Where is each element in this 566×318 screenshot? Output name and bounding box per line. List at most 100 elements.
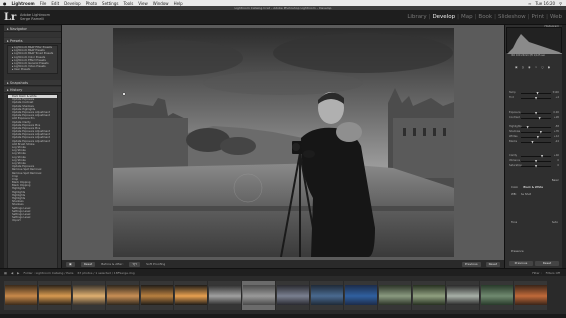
wifi-icon[interactable]: ≈ xyxy=(528,1,531,6)
graduated-filter-icon[interactable]: ▭ xyxy=(535,65,538,69)
menu-item[interactable]: Window xyxy=(153,1,169,6)
filmstrip-thumbnail[interactable] xyxy=(140,280,173,310)
menu-item[interactable]: Photo xyxy=(86,1,97,6)
filmstrip-thumbnail[interactable] xyxy=(4,280,37,310)
slider-vibrance[interactable]: Vibrance 0 xyxy=(509,159,559,163)
slider-track[interactable] xyxy=(521,127,551,128)
slider-value[interactable]: +35 xyxy=(554,130,559,133)
menu-item[interactable]: Develop xyxy=(64,1,80,6)
filmstrip-thumbnail[interactable] xyxy=(208,280,241,310)
module-library[interactable]: Library xyxy=(407,14,426,20)
filmstrip-thumbnail[interactable] xyxy=(242,280,275,310)
presets-header[interactable]: Presets xyxy=(4,38,61,44)
menu-item[interactable]: Edit xyxy=(51,1,59,6)
history-header[interactable]: History xyxy=(4,87,61,93)
slider-value[interactable]: 0 xyxy=(557,164,559,167)
adjustment-brush-icon[interactable]: ● xyxy=(548,65,550,69)
filmstrip-thumbnail[interactable] xyxy=(514,280,547,310)
module-book[interactable]: Book xyxy=(478,14,492,20)
reset-view-button[interactable]: Reset xyxy=(80,261,96,267)
slider-value[interactable]: +12 xyxy=(554,135,559,138)
filmstrip-thumbnail[interactable] xyxy=(378,280,411,310)
snapshots-header[interactable]: Snapshots xyxy=(4,80,61,86)
auto-tone-button[interactable]: Auto xyxy=(552,220,559,224)
toolbar-reset-button[interactable]: Reset xyxy=(485,261,500,267)
previous-button[interactable]: Previous xyxy=(509,261,533,266)
module-map[interactable]: Map xyxy=(461,14,473,20)
slider-clarity[interactable]: Clarity +40 xyxy=(509,154,559,158)
slider-value[interactable]: -24 xyxy=(555,140,559,143)
slider-blacks[interactable]: Blacks -24 xyxy=(509,140,559,144)
menu-item[interactable]: Tools xyxy=(123,1,133,6)
filmstrip-thumbnail[interactable] xyxy=(310,280,343,310)
treatment-color[interactable]: Color xyxy=(511,185,518,189)
slider-value[interactable]: 5100 xyxy=(553,91,559,94)
spot-removal-icon[interactable]: ◎ xyxy=(522,65,524,69)
filmstrip-thumbnail[interactable] xyxy=(480,280,513,310)
reset-button[interactable]: Reset xyxy=(535,261,559,266)
slider-temp[interactable]: Temp 5100 xyxy=(509,91,559,95)
soft-proofing-toggle[interactable]: Soft Proofing xyxy=(146,262,165,266)
slider-track[interactable] xyxy=(521,93,551,94)
menu-item[interactable]: Lightroom xyxy=(12,1,35,6)
module-develop[interactable]: Develop xyxy=(432,14,455,20)
filmstrip-thumbnail[interactable] xyxy=(38,280,71,310)
slider-track[interactable] xyxy=(521,156,551,157)
prev-arrow-icon[interactable]: ◀ xyxy=(11,271,13,275)
slider-shadows[interactable]: Shadows +35 xyxy=(509,130,559,134)
wb-row: WB: As Shot xyxy=(511,192,531,196)
wb-select[interactable]: As Shot xyxy=(521,192,532,196)
slider-value[interactable]: 0 xyxy=(557,159,559,162)
filmstrip-thumbnail[interactable] xyxy=(446,280,479,310)
slider-value[interactable]: +40 xyxy=(554,154,559,157)
slider-track[interactable] xyxy=(521,142,551,143)
slider-saturation[interactable]: Saturation 0 xyxy=(509,164,559,168)
module-web[interactable]: Web xyxy=(550,14,562,20)
filmstrip-thumbnail[interactable] xyxy=(72,280,105,310)
source-path[interactable]: Folder : Lightroom Catalog / Paris xyxy=(23,271,73,275)
before-after-toggle[interactable]: Y|Y xyxy=(129,261,141,267)
menu-item[interactable]: Help xyxy=(174,1,183,6)
edited-photo[interactable] xyxy=(113,28,454,257)
right-panel-toggle[interactable] xyxy=(562,25,566,268)
module-slideshow[interactable]: Slideshow xyxy=(498,14,526,20)
slider-value[interactable]: -58 xyxy=(555,125,559,128)
search-icon[interactable]: ⚲ xyxy=(559,1,562,6)
slider-tint[interactable]: Tint +4 xyxy=(509,96,559,100)
module-print[interactable]: Print xyxy=(531,14,544,20)
slider-track[interactable] xyxy=(521,118,551,119)
crop-tool-icon[interactable]: ▣ xyxy=(515,65,518,69)
radial-filter-icon[interactable]: ○ xyxy=(541,65,543,69)
slider-highlights[interactable]: Highlights -58 xyxy=(509,125,559,129)
filmstrip-thumbnail[interactable] xyxy=(412,280,445,310)
bottom-panel-toggle[interactable] xyxy=(0,314,566,318)
slider-value[interactable]: +4 xyxy=(555,96,559,99)
menu-item[interactable]: Settings xyxy=(102,1,118,6)
slider-label: Contrast xyxy=(509,116,520,119)
grid-view-icon[interactable]: ▦ xyxy=(4,271,7,275)
slider-track[interactable] xyxy=(521,132,551,133)
menu-item[interactable]: View xyxy=(138,1,148,6)
apple-icon[interactable]: ● xyxy=(3,1,7,6)
slider-value[interactable]: 0.00 xyxy=(553,111,559,114)
view-mode-button[interactable]: ▣ xyxy=(66,261,75,267)
next-arrow-icon[interactable]: ▶ xyxy=(17,271,19,275)
preset-folder[interactable]: ▸ User Presets xyxy=(8,68,57,71)
red-eye-icon[interactable]: ◉ xyxy=(528,65,530,69)
module-separator: | xyxy=(494,14,496,20)
menu-item[interactable]: File xyxy=(40,1,47,6)
treatment-bw[interactable]: Black & White xyxy=(523,185,543,189)
slider-exposure[interactable]: Exposure 0.00 xyxy=(509,111,559,115)
slider-value[interactable]: +26 xyxy=(554,116,559,119)
toolbar-previous-button[interactable]: Previous xyxy=(461,261,481,267)
filmstrip-thumbnail[interactable] xyxy=(106,280,139,310)
slider-contrast[interactable]: Contrast +26 xyxy=(509,116,559,120)
filter-select[interactable]: Filters Off xyxy=(546,271,560,275)
filmstrip-thumbnail[interactable] xyxy=(174,280,207,310)
filmstrip-thumbnail[interactable] xyxy=(276,280,309,310)
basic-header[interactable]: Basic xyxy=(552,178,559,182)
slider-track[interactable] xyxy=(521,137,551,138)
history-item[interactable]: Import xyxy=(8,219,57,222)
slider-whites[interactable]: Whites +12 xyxy=(509,135,559,139)
filmstrip-thumbnail[interactable] xyxy=(344,280,377,310)
